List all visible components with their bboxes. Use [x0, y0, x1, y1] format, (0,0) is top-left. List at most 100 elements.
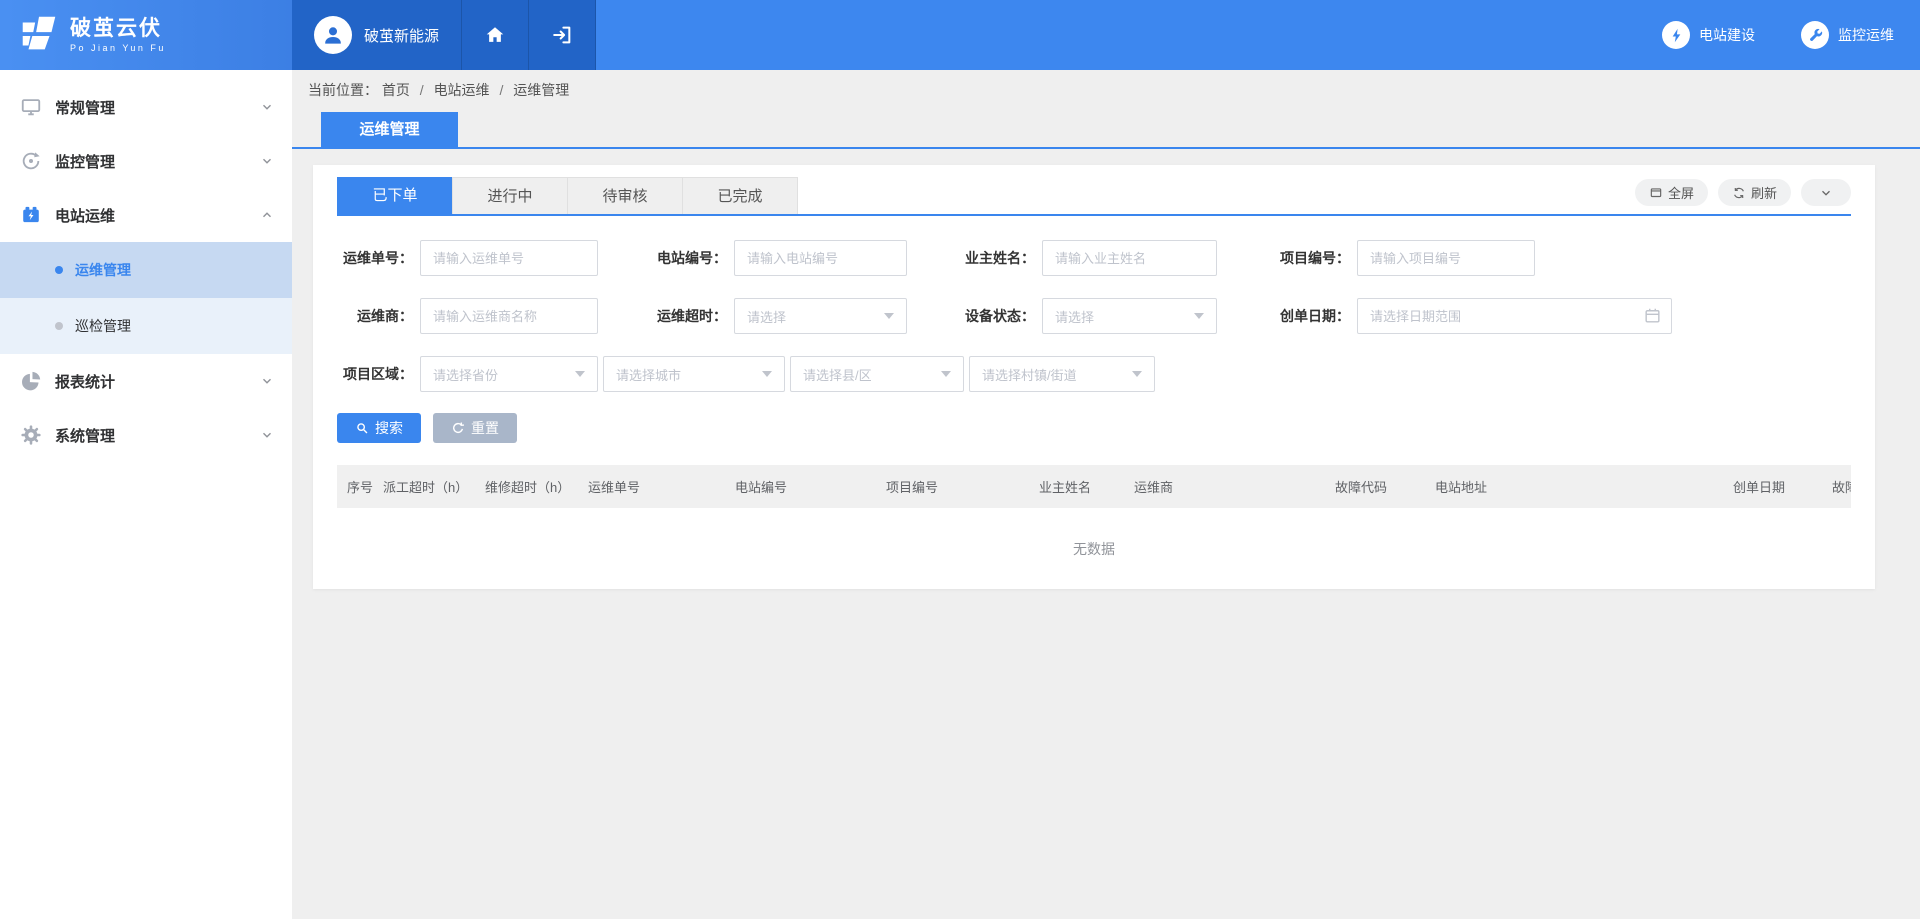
chevron-up-icon [260, 208, 274, 222]
caret-down-icon [1194, 313, 1204, 319]
chevron-down-icon [260, 154, 274, 168]
ops-timeout-select[interactable]: 请选择 [734, 298, 907, 334]
main-content: 当前位置： 首页 / 电站运维 / 运维管理 运维管理 已下单 进行中 待审核 … [292, 70, 1920, 919]
pie-chart-icon [20, 370, 42, 392]
filter-row-1: 运维单号： 电站编号： 业主姓名： 项目编号： [337, 240, 1851, 276]
col-station-address: 电站地址 [1435, 477, 1733, 496]
col-ops-vendor: 运维商 [1134, 477, 1335, 496]
module-monitoring-ops[interactable]: 监控运维 [1801, 21, 1894, 49]
col-fault-code: 故障代码 [1335, 477, 1435, 496]
create-date-range-picker[interactable] [1357, 298, 1672, 334]
station-no-input[interactable] [734, 240, 907, 276]
lightning-icon [1668, 27, 1685, 44]
sidebar-item-station-ops[interactable]: 电站运维 [0, 188, 292, 242]
tab-ordered[interactable]: 已下单 [337, 177, 453, 214]
logout-button[interactable] [529, 0, 596, 70]
field-label: 运维单号： [337, 248, 413, 268]
page-tab-bar: 运维管理 [292, 112, 1920, 149]
filter-row-2: 运维商： 运维超时： 请选择 设备状态： 请选择 创单日期： [337, 298, 1851, 334]
chevron-down-icon [260, 100, 274, 114]
project-no-input[interactable] [1357, 240, 1535, 276]
field-label: 运维超时： [598, 306, 727, 326]
field-label: 业主姓名： [907, 248, 1035, 268]
gear-icon [20, 424, 42, 446]
county-select[interactable]: 请选择县/区 [790, 356, 964, 392]
field-label: 创单日期： [1217, 306, 1350, 326]
search-button[interactable]: 搜索 [337, 413, 421, 443]
brand-name: 破茧云伏 [70, 17, 166, 41]
monitoring-icon [20, 150, 42, 172]
chevron-down-icon [260, 428, 274, 442]
town-select[interactable]: 请选择村镇/街道 [969, 356, 1155, 392]
breadcrumb-station-ops[interactable]: 电站运维 [434, 82, 490, 98]
reset-button[interactable]: 重置 [433, 413, 517, 443]
sign-in-icon [551, 24, 573, 46]
sidebar-subitem-inspection-management[interactable]: 巡检管理 [0, 298, 292, 354]
refresh-icon [1732, 186, 1746, 200]
empty-state: 无数据 [337, 508, 1851, 559]
action-buttons: 搜索 重置 [337, 413, 1851, 443]
search-icon [355, 421, 369, 435]
breadcrumb-separator: / [420, 82, 424, 98]
ops-order-no-input[interactable] [420, 240, 598, 276]
field-label: 设备状态： [907, 306, 1035, 326]
sidebar-item-system-management[interactable]: 系统管理 [0, 408, 292, 462]
field-label: 项目编号： [1217, 248, 1350, 268]
owner-name-input[interactable] [1042, 240, 1217, 276]
wrench-icon [1807, 27, 1824, 44]
col-owner-name: 业主姓名 [1039, 477, 1134, 496]
sidebar-item-report-statistics[interactable]: 报表统计 [0, 354, 292, 408]
breadcrumb: 当前位置： 首页 / 电站运维 / 运维管理 [308, 80, 1920, 100]
device-status-select[interactable]: 请选择 [1042, 298, 1217, 334]
chevron-down-icon [1819, 186, 1833, 200]
module-station-construction[interactable]: 电站建设 [1662, 21, 1755, 49]
user-icon [320, 22, 346, 48]
page-tab-ops-management[interactable]: 运维管理 [321, 112, 458, 147]
breadcrumb-separator: / [499, 82, 503, 98]
col-station-no: 电站编号 [735, 477, 886, 496]
app-header: 破茧云伏 Po Jian Yun Fu 破茧新能源 [0, 0, 1920, 70]
field-label: 运维商： [337, 306, 413, 326]
sidebar-item-general-management[interactable]: 常规管理 [0, 80, 292, 134]
field-label: 电站编号： [598, 248, 727, 268]
table-header: 序号 派工超时（h） 维修超时（h） 运维单号 电站编号 项目编号 业主姓名 运… [337, 465, 1851, 508]
caret-down-icon [884, 313, 894, 319]
refresh-button[interactable]: 刷新 [1718, 179, 1791, 206]
sidebar: 常规管理 监控管理 [0, 70, 292, 919]
sidebar-subitem-ops-management[interactable]: 运维管理 [0, 242, 292, 298]
brand-logo-icon [16, 12, 62, 58]
col-dispatch-timeout: 派工超时（h） [383, 477, 485, 496]
filter-row-3: 项目区域： 请选择省份 请选择城市 请选择县/区 请选择村镇/街道 [337, 356, 1851, 392]
reset-icon [451, 421, 465, 435]
breadcrumb-home[interactable]: 首页 [382, 82, 410, 98]
col-seq: 序号 [337, 477, 383, 496]
city-select[interactable]: 请选择城市 [603, 356, 785, 392]
company-name: 破茧新能源 [364, 25, 439, 46]
caret-down-icon [762, 371, 772, 377]
collapse-button[interactable] [1801, 179, 1851, 206]
fullscreen-button[interactable]: 全屏 [1635, 179, 1708, 206]
home-button[interactable] [462, 0, 529, 70]
active-dot-icon [55, 266, 63, 274]
brand-subtitle: Po Jian Yun Fu [70, 43, 166, 53]
tab-completed[interactable]: 已完成 [682, 177, 798, 214]
tab-pending-review[interactable]: 待审核 [567, 177, 683, 214]
dot-icon [55, 322, 63, 330]
user-menu[interactable]: 破茧新能源 [292, 0, 462, 70]
caret-down-icon [1132, 371, 1142, 377]
col-create-date: 创单日期 [1733, 477, 1832, 496]
caret-down-icon [575, 371, 585, 377]
create-date-range-input[interactable] [1357, 298, 1672, 334]
col-project-no: 项目编号 [886, 477, 1039, 496]
chevron-down-icon [260, 374, 274, 388]
tab-in-progress[interactable]: 进行中 [452, 177, 568, 214]
field-label: 项目区域： [337, 364, 413, 384]
fullscreen-icon [1649, 186, 1663, 200]
breadcrumb-current: 运维管理 [513, 82, 569, 98]
home-icon [484, 24, 506, 46]
breadcrumb-prefix: 当前位置： [308, 82, 378, 98]
ops-vendor-input[interactable] [420, 298, 598, 334]
province-select[interactable]: 请选择省份 [420, 356, 598, 392]
status-tab-bar: 已下单 进行中 待审核 已完成 全屏 刷新 [337, 177, 1851, 216]
sidebar-item-monitoring-management[interactable]: 监控管理 [0, 134, 292, 188]
